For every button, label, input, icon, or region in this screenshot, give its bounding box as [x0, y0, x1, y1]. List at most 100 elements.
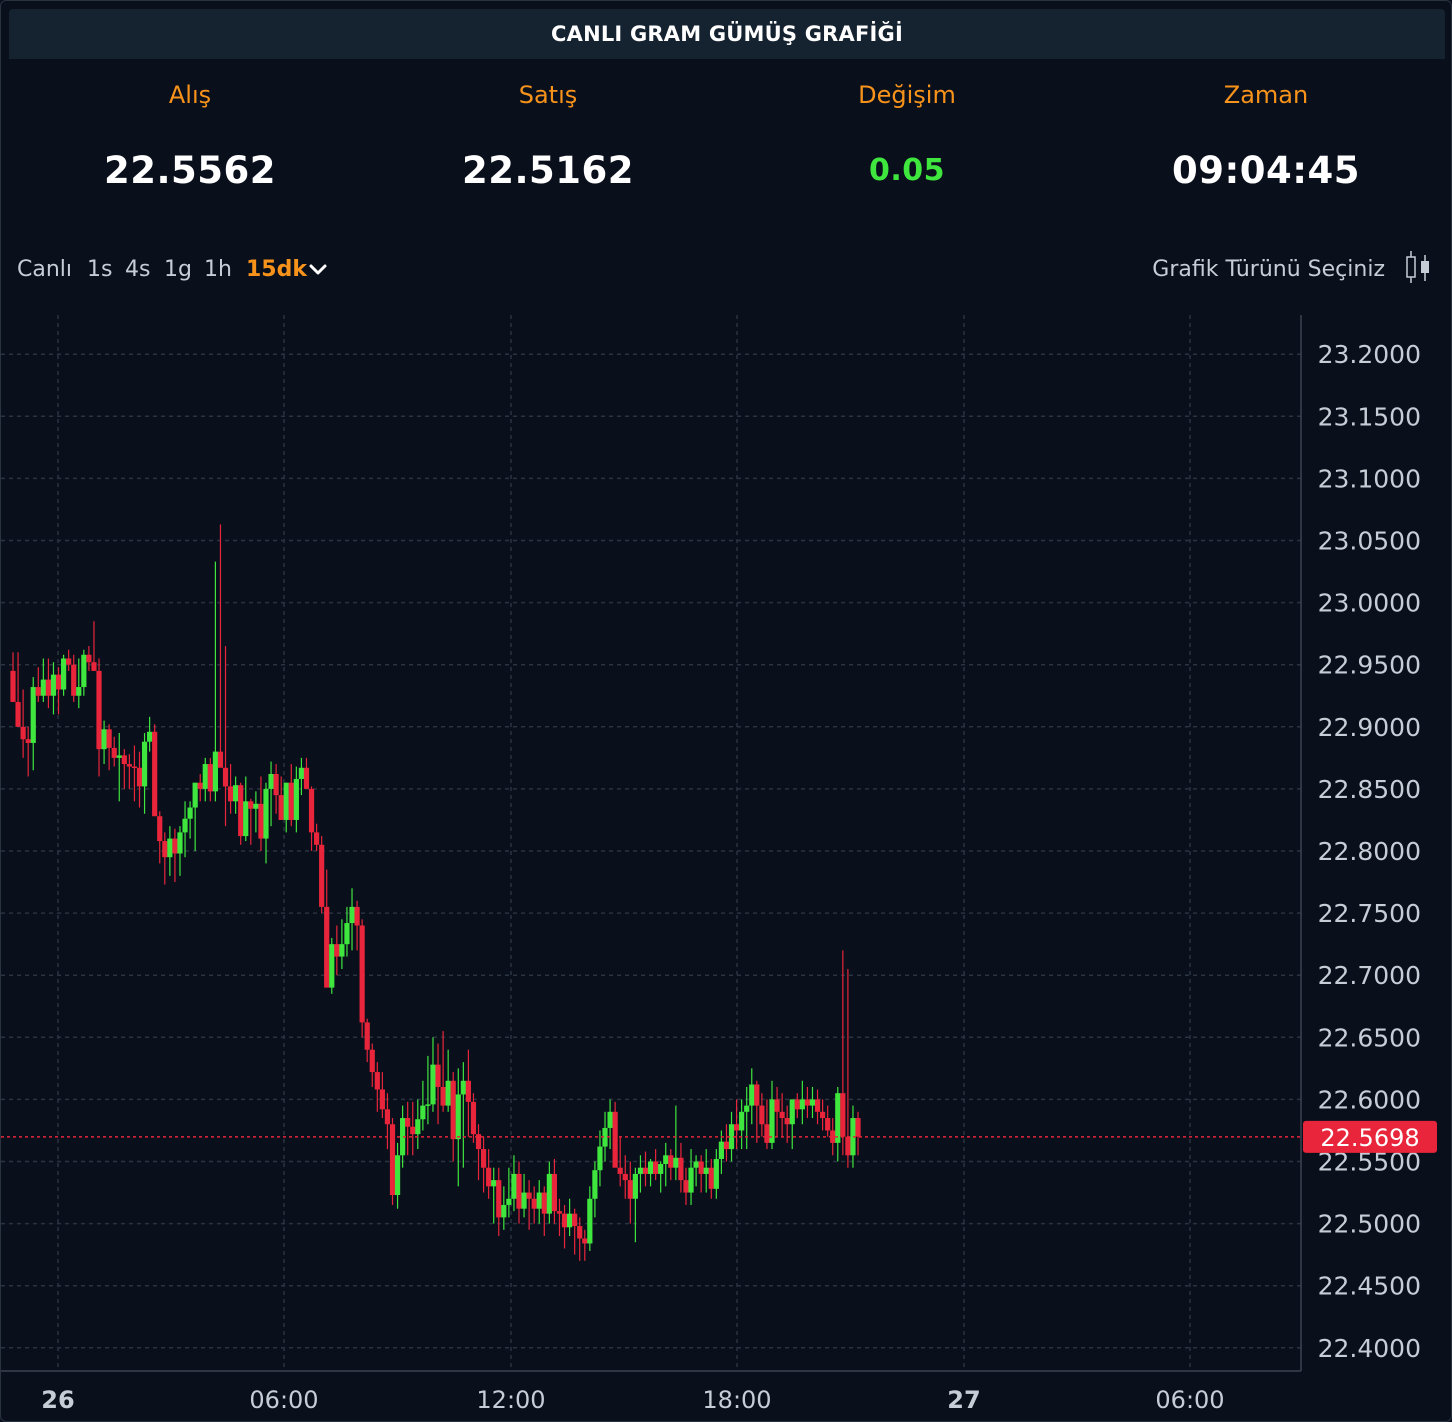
- candle-body: [86, 654, 92, 663]
- candle-body: [354, 906, 360, 926]
- candle-body: [496, 1180, 502, 1218]
- candle-body: [364, 1022, 370, 1050]
- candle-body: [334, 944, 340, 957]
- candle-body: [582, 1238, 588, 1244]
- timeframe-1h[interactable]: 1h: [204, 257, 232, 282]
- candle-body: [450, 1080, 456, 1140]
- candle-body: [359, 925, 365, 1023]
- candle-body: [55, 674, 62, 690]
- buy-value: 22.5562: [103, 149, 277, 192]
- candle-body: [718, 1141, 724, 1160]
- sell-value: 22.5162: [461, 149, 635, 192]
- candle-body: [111, 747, 117, 758]
- candle-body: [561, 1213, 568, 1228]
- y-tick-label: 22.7500: [1318, 899, 1421, 928]
- candle-body: [410, 1126, 416, 1135]
- candlestick-chart[interactable]: 23.2000 23.1500 23.1000 23.0500 23.0000 22.95…: [1, 301, 1452, 1422]
- candle-body: [76, 687, 82, 696]
- y-tick-label: 22.8500: [1318, 775, 1421, 804]
- candle-body: [314, 832, 320, 845]
- candle-body: [268, 773, 274, 789]
- y-tick-label: 23.1500: [1318, 402, 1421, 431]
- timeframe-15dk[interactable]: 15dk: [246, 257, 307, 282]
- candle-body: [384, 1109, 391, 1125]
- candle-body: [703, 1167, 709, 1174]
- change-value: 0.05: [868, 153, 946, 188]
- candle-body: [233, 785, 239, 802]
- candle-body: [25, 739, 31, 743]
- candle-body: [81, 654, 87, 688]
- candle-body: [820, 1111, 826, 1119]
- price-stats: Alış 22.5562 Satış 22.5162 Değişim 0.05 …: [11, 71, 1445, 211]
- candle-body: [642, 1167, 649, 1174]
- timeframe-1s[interactable]: 1s: [87, 257, 112, 282]
- candle-body: [845, 1136, 851, 1156]
- candle-body: [708, 1167, 714, 1189]
- timeframe-canli[interactable]: Canlı: [17, 257, 72, 282]
- candle-body: [425, 1104, 431, 1106]
- candle-body: [339, 944, 345, 957]
- candle-body: [744, 1105, 750, 1112]
- candle-body: [45, 679, 52, 696]
- candle-body: [688, 1167, 694, 1193]
- candlestick-icon[interactable]: [1401, 249, 1433, 285]
- y-tick-label: 22.9000: [1318, 713, 1421, 742]
- candle-body: [435, 1064, 441, 1087]
- candle-body: [248, 801, 254, 809]
- x-tick-label: 26: [41, 1386, 74, 1414]
- candle-body: [627, 1180, 633, 1199]
- candle-body: [647, 1161, 654, 1174]
- candle-body: [754, 1084, 760, 1106]
- candle-body: [126, 764, 132, 767]
- y-tick-label: 23.0500: [1318, 527, 1421, 556]
- candle-body: [592, 1170, 598, 1199]
- chart-toolbar: Canlı 1s 4s 1g 1h 15dk Grafik Türünü Seç…: [17, 251, 1437, 289]
- candle-body: [551, 1173, 558, 1212]
- buy-stat: Alış 22.5562: [11, 71, 369, 192]
- candle-body: [663, 1155, 669, 1164]
- timeframe-4s[interactable]: 4s: [125, 257, 150, 282]
- time-label: Zaman: [1223, 81, 1309, 109]
- candle-body: [106, 729, 112, 748]
- x-tick-label: 06:00: [1155, 1386, 1224, 1414]
- candle-body: [809, 1099, 816, 1106]
- chevron-down-icon[interactable]: [307, 261, 329, 279]
- sell-label: Satış: [518, 81, 578, 109]
- candle-body: [258, 803, 264, 839]
- candle-body: [238, 785, 244, 837]
- candle-body: [749, 1084, 755, 1106]
- candle-body: [678, 1157, 684, 1181]
- candle-body: [546, 1173, 552, 1214]
- candle-body: [187, 807, 193, 819]
- candle-body: [572, 1213, 578, 1227]
- candle-body: [116, 755, 122, 758]
- candle-body: [344, 923, 350, 945]
- candle-body: [212, 751, 218, 792]
- page-title: CANLI GRAM GÜMÜŞ GRAFİĞİ: [9, 9, 1445, 59]
- candle-body: [273, 773, 279, 796]
- candle-body: [567, 1213, 573, 1228]
- candle-body: [799, 1099, 805, 1110]
- candle-body: [713, 1159, 719, 1189]
- candle-body: [825, 1118, 831, 1131]
- candle-body: [440, 1086, 446, 1106]
- candle-body: [207, 764, 213, 792]
- y-tick-label: 22.6500: [1318, 1023, 1421, 1052]
- candle-body: [197, 782, 203, 789]
- candle-body: [536, 1192, 542, 1209]
- sell-stat: Satış 22.5162: [369, 71, 727, 192]
- x-tick-label: 12:00: [476, 1386, 545, 1414]
- y-tick-label: 23.2000: [1318, 340, 1421, 369]
- candle-body: [131, 766, 138, 769]
- x-tick-label: 18:00: [702, 1386, 771, 1414]
- candle-body: [637, 1167, 644, 1174]
- candle-body: [91, 662, 97, 671]
- y-tick-label: 22.4000: [1318, 1334, 1421, 1363]
- change-label: Değişim: [858, 81, 956, 109]
- candle-body: [182, 818, 188, 833]
- chart-type-select[interactable]: Grafik Türünü Seçiniz: [1152, 257, 1385, 282]
- candle-body: [577, 1226, 583, 1239]
- candle-body: [683, 1180, 689, 1193]
- y-tick-label: 22.7000: [1318, 961, 1421, 990]
- timeframe-1g[interactable]: 1g: [164, 257, 192, 282]
